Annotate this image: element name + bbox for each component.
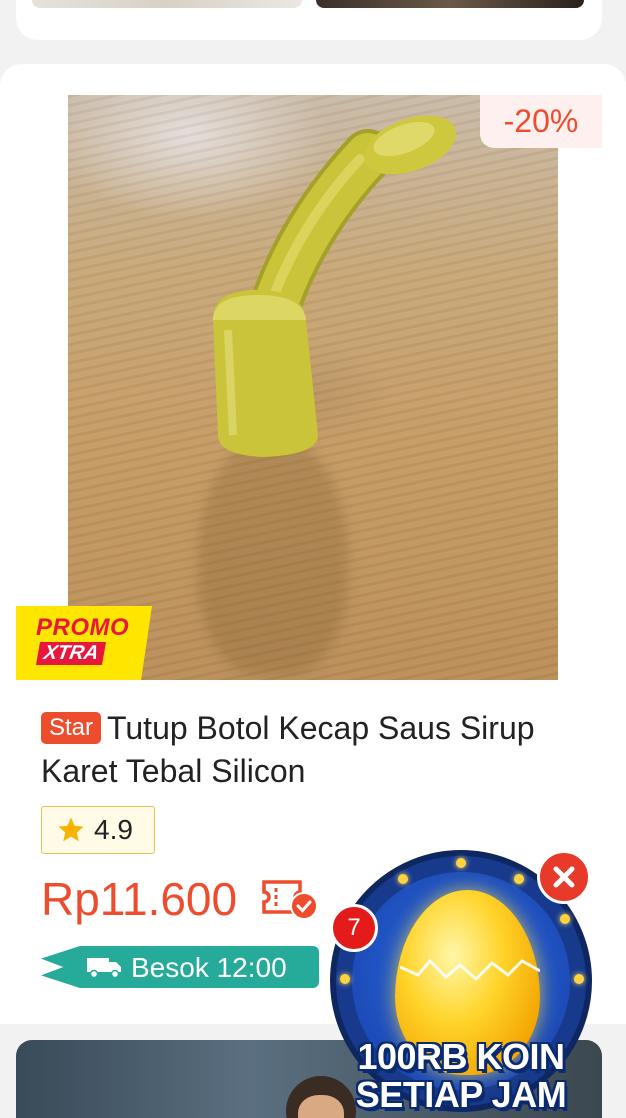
product-title[interactable]: Star Tutup Botol Kecap Saus Sirup Karet T… [41,707,581,793]
product-price: Rp11.600 [41,873,238,925]
promo-label-line2: XTRA [35,642,107,665]
coin-reward-popup[interactable]: 7 100RB KOIN SETIAP JAM [330,850,596,1118]
rating-badge: 4.9 [41,806,155,854]
product-image[interactable]: -20% PROMO XTRA [16,95,602,680]
star-icon [58,817,84,842]
reward-count-badge: 7 [330,904,378,952]
discount-badge: -20% [480,95,602,148]
reward-banner-text: 100RB KOIN SETIAP JAM [326,1038,596,1114]
previous-product-thumbnails [32,0,584,8]
star-seller-badge: Star [41,712,102,744]
voucher-icon [262,880,318,920]
close-icon [553,866,575,888]
promo-xtra-label: PROMO XTRA [16,606,152,680]
delivery-badge: Besok 12:00 [41,946,319,988]
reward-line1: 100RB KOIN [357,1036,565,1077]
close-popup-button[interactable] [537,850,591,904]
previous-thumb-right[interactable] [316,0,584,8]
delivery-time: Besok 12:00 [131,952,287,983]
product-title-text: Tutup Botol Kecap Saus Sirup Karet Tebal… [41,710,535,789]
previous-thumb-left[interactable] [32,0,302,8]
truck-icon [87,958,121,979]
reward-line2: SETIAP JAM [355,1074,567,1115]
product-photo [68,95,558,680]
rating-value: 4.9 [94,814,133,845]
promo-label-line1: PROMO [36,614,130,641]
